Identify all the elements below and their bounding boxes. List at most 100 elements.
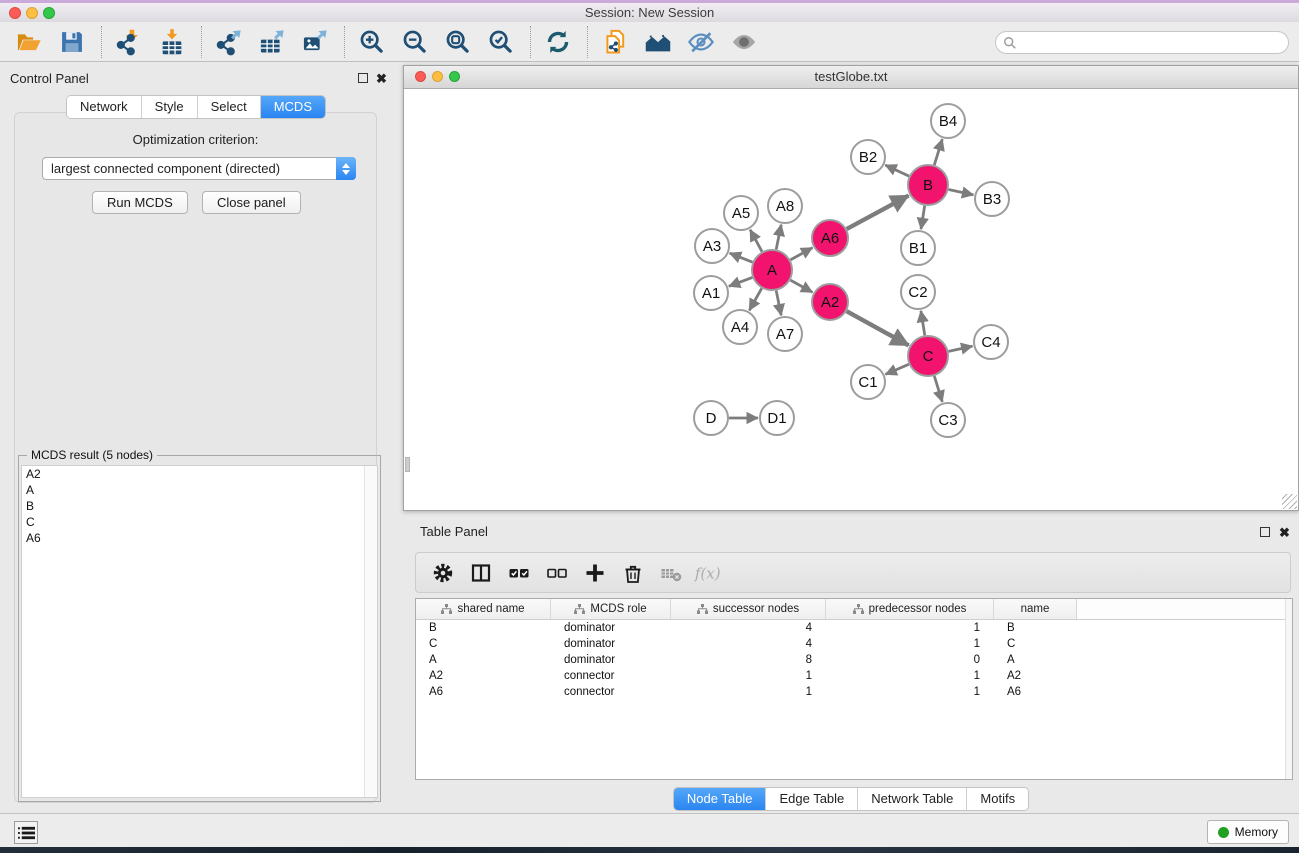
graph-edge-B-B1[interactable] (921, 206, 925, 230)
tab-mcds[interactable]: MCDS (260, 96, 325, 118)
deselect-all-icon[interactable] (542, 560, 572, 586)
close-panel-button[interactable]: Close panel (202, 191, 301, 214)
save-session-icon[interactable] (55, 26, 89, 58)
table-row[interactable]: A2connector11A2 (416, 668, 1292, 684)
network-window-titlebar[interactable]: testGlobe.txt (404, 66, 1298, 89)
tab-select[interactable]: Select (197, 96, 260, 118)
minimize-network-icon[interactable] (432, 71, 443, 82)
graph-edge-A-A7[interactable] (776, 291, 781, 316)
table-row[interactable]: A6connector11A6 (416, 684, 1292, 700)
export-network-icon[interactable] (212, 26, 246, 58)
tab-edge-table[interactable]: Edge Table (765, 788, 857, 810)
mcds-result-list[interactable]: A2ABCA6 (21, 465, 378, 798)
graph-node-A3[interactable]: A3 (695, 229, 729, 263)
criterion-dropdown[interactable]: largest connected component (directed) (42, 157, 356, 180)
network-canvas[interactable]: ABCA6A2A1A3A4A5A7A8B1B2B3B4C1C2C3C4DD1 (404, 89, 1298, 510)
open-file-icon[interactable] (12, 26, 46, 58)
graph-node-C3[interactable]: C3 (931, 403, 965, 437)
home-icon[interactable] (641, 26, 675, 58)
tab-network[interactable]: Network (67, 96, 141, 118)
graph-node-D[interactable]: D (694, 401, 728, 435)
mcds-result-item[interactable]: B (22, 498, 377, 514)
column-header-name[interactable]: name (994, 599, 1077, 619)
float-table-panel-icon[interactable] (1260, 527, 1270, 537)
memory-button[interactable]: Memory (1207, 820, 1289, 844)
graph-edge-A-A8[interactable] (776, 225, 781, 250)
delete-columns-icon[interactable] (618, 560, 648, 586)
settings-gear-icon[interactable] (428, 560, 458, 586)
graph-node-A[interactable]: A (752, 250, 792, 290)
graph-edge-A-A1[interactable] (729, 277, 753, 286)
graph-edge-A-A6[interactable] (790, 248, 812, 260)
graph-edge-B-B4[interactable] (934, 139, 942, 165)
zoom-out-icon[interactable] (398, 26, 432, 58)
import-network-icon[interactable] (112, 26, 146, 58)
graph-node-C1[interactable]: C1 (851, 365, 885, 399)
graph-node-B4[interactable]: B4 (931, 104, 965, 138)
graph-edge-B-B3[interactable] (949, 190, 974, 195)
export-image-icon[interactable] (298, 26, 332, 58)
graph-edge-A-A4[interactable] (749, 288, 761, 310)
graph-edge-A-A5[interactable] (750, 230, 762, 252)
tab-motifs[interactable]: Motifs (966, 788, 1028, 810)
graph-node-A2[interactable]: A2 (812, 284, 848, 320)
search-field[interactable] (995, 31, 1289, 54)
graph-edge-C-C1[interactable] (885, 364, 908, 374)
graph-node-B3[interactable]: B3 (975, 182, 1009, 216)
mcds-list-scrollbar[interactable] (364, 466, 377, 797)
graph-node-A8[interactable]: A8 (768, 189, 802, 223)
float-panel-icon[interactable] (358, 73, 368, 83)
graph-node-A4[interactable]: A4 (723, 310, 757, 344)
graph-edge-A6-B[interactable] (847, 196, 909, 230)
tab-network-table[interactable]: Network Table (857, 788, 966, 810)
tab-node-table[interactable]: Node Table (674, 788, 766, 810)
table-row[interactable]: Bdominator41B (416, 620, 1292, 636)
mcds-result-item[interactable]: C (22, 514, 377, 530)
column-header-mcds-role[interactable]: MCDS role (551, 599, 671, 619)
resize-grip-icon[interactable] (1282, 494, 1297, 509)
graph-node-C2[interactable]: C2 (901, 275, 935, 309)
mcds-result-item[interactable]: A6 (22, 530, 377, 546)
copy-network-icon[interactable] (598, 26, 632, 58)
add-column-icon[interactable] (580, 560, 610, 586)
maximize-network-icon[interactable] (449, 71, 460, 82)
graph-node-A5[interactable]: A5 (724, 196, 758, 230)
mcds-result-item[interactable]: A2 (22, 466, 377, 482)
table-scrollbar[interactable] (1285, 599, 1292, 779)
table-row[interactable]: Cdominator41C (416, 636, 1292, 652)
canvas-scrollbar-thumb[interactable] (405, 457, 410, 472)
show-all-icon[interactable] (727, 26, 761, 58)
graph-node-C[interactable]: C (908, 336, 948, 376)
graph-edge-C-C4[interactable] (949, 346, 973, 351)
column-header-successor-nodes[interactable]: successor nodes (671, 599, 826, 619)
graph-edge-A-A2[interactable] (790, 280, 812, 292)
close-table-panel-icon[interactable]: ✖ (1279, 528, 1290, 538)
show-columns-icon[interactable] (466, 560, 496, 586)
run-mcds-button[interactable]: Run MCDS (92, 191, 188, 214)
minimize-window-icon[interactable] (26, 7, 38, 19)
graph-node-B[interactable]: B (908, 165, 948, 205)
task-history-button[interactable] (14, 821, 38, 844)
close-panel-icon[interactable]: ✖ (376, 74, 387, 84)
close-network-icon[interactable] (415, 71, 426, 82)
select-all-icon[interactable] (504, 560, 534, 586)
graph-node-A7[interactable]: A7 (768, 317, 802, 351)
search-input[interactable] (1017, 33, 1288, 52)
refresh-icon[interactable] (541, 26, 575, 58)
graph-node-B1[interactable]: B1 (901, 231, 935, 265)
hide-selected-icon[interactable] (684, 26, 718, 58)
import-table-icon[interactable] (155, 26, 189, 58)
table-row[interactable]: Adominator80A (416, 652, 1292, 668)
graph-node-B2[interactable]: B2 (851, 140, 885, 174)
graph-node-A6[interactable]: A6 (812, 220, 848, 256)
graph-edge-A-A3[interactable] (730, 253, 753, 262)
mcds-result-item[interactable]: A (22, 482, 377, 498)
export-table-icon[interactable] (255, 26, 289, 58)
graph-edge-C-C3[interactable] (934, 376, 942, 402)
graph-edge-B-B2[interactable] (885, 165, 909, 176)
graph-node-C4[interactable]: C4 (974, 325, 1008, 359)
tab-style[interactable]: Style (141, 96, 197, 118)
zoom-selected-icon[interactable] (484, 26, 518, 58)
maximize-window-icon[interactable] (43, 7, 55, 19)
zoom-in-icon[interactable] (355, 26, 389, 58)
